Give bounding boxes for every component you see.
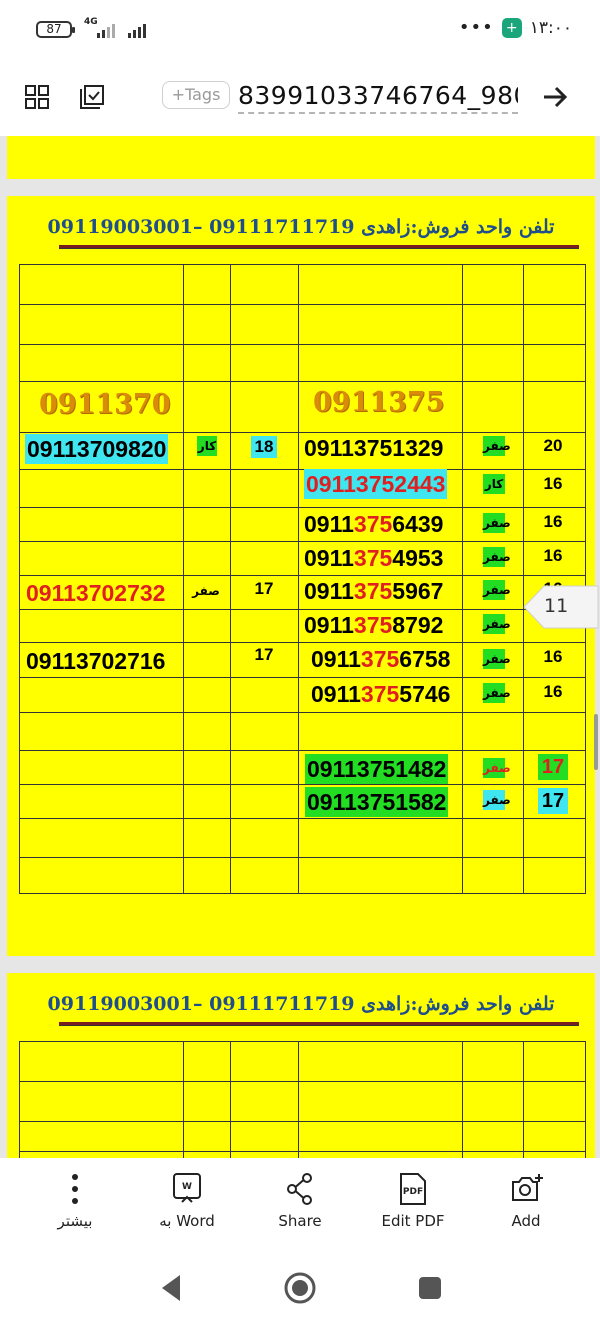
title-underline	[59, 1022, 579, 1026]
to-word-label: به Word	[159, 1212, 215, 1230]
row-label: صفر	[483, 790, 511, 810]
tags-button[interactable]: +Tags	[162, 81, 230, 109]
to-word-button[interactable]: W به Word	[137, 1158, 237, 1246]
share-label: Share	[278, 1212, 322, 1230]
clock: ۱۳:۰۰	[529, 17, 572, 38]
row-count: 16	[543, 474, 563, 493]
back-icon[interactable]	[158, 1273, 184, 1303]
system-navigation-bar	[0, 1246, 600, 1333]
row-count: 17	[254, 579, 274, 598]
pdf-edit-icon: PDF	[400, 1173, 426, 1205]
share-icon	[287, 1173, 312, 1205]
row-label: صفر	[483, 580, 511, 600]
row-label: کار	[197, 436, 217, 456]
select-check-icon[interactable]	[79, 84, 105, 110]
page-title: تلفن واحد فروش:زاهدی 09111711719 –091190…	[47, 216, 555, 238]
right-number: 09113758792	[304, 612, 444, 638]
row-count: 18	[251, 436, 277, 458]
row-count: 17	[538, 754, 568, 780]
status-bar: 87 4G ••• + ۱۳:۰۰	[0, 0, 600, 60]
app-notification-icon: +	[501, 17, 522, 38]
scrollbar-thumb[interactable]	[594, 714, 598, 770]
more-notifications-icon: •••	[458, 17, 494, 38]
row-label: صفر	[483, 513, 511, 533]
right-number: 09113755746	[311, 681, 451, 707]
right-number: 09113755967	[304, 578, 444, 604]
pdf-page: تلفن واحد فروش:زاهدی 09111711719 –091190…	[7, 196, 595, 956]
tags-plus: +	[171, 85, 185, 104]
tags-label: Tags	[184, 85, 221, 104]
right-header: 0911375	[313, 387, 445, 418]
pdf-page: تلفن واحد فروش:زاهدی 09111711719 –091190…	[7, 973, 595, 1158]
right-number: 09113751329	[304, 435, 444, 461]
grid-view-icon[interactable]	[24, 84, 50, 110]
add-photo-icon	[512, 1174, 543, 1201]
pdf-page-previous	[7, 136, 595, 179]
row-label: صفر	[483, 758, 511, 778]
right-number: 09113754953	[304, 545, 444, 571]
right-number: 09113752443	[304, 469, 448, 499]
recent-apps-icon[interactable]	[418, 1276, 442, 1300]
more-label: بیشتر	[57, 1212, 93, 1230]
right-number: 09113751482	[305, 754, 449, 784]
row-count: 17	[538, 788, 568, 814]
row-label: صفر	[483, 649, 511, 669]
left-number: 09113702716	[26, 648, 166, 674]
row-count: 17	[254, 645, 274, 664]
page-number-indicator[interactable]: 11	[522, 584, 600, 630]
page-number: 11	[544, 595, 569, 617]
pdf-viewer[interactable]: تلفن واحد فروش:زاهدی 09111711719 –091190…	[0, 136, 600, 1158]
arrow-right-icon[interactable]	[540, 82, 570, 112]
right-number: 09113756439	[304, 511, 444, 537]
share-button[interactable]: Share	[250, 1158, 350, 1246]
row-count: 20	[543, 436, 563, 455]
add-label: Add	[511, 1212, 541, 1230]
left-number: 09113702732	[26, 580, 166, 606]
add-button[interactable]: Add	[476, 1158, 576, 1246]
row-label: صفر	[483, 547, 511, 567]
right-number: 09113756758	[311, 646, 451, 672]
more-vertical-icon	[72, 1174, 78, 1204]
document-name-field[interactable]: 83991033746764_980	[238, 80, 518, 114]
signal-icon-2	[128, 22, 146, 38]
title-underline	[59, 245, 579, 249]
bottom-action-bar: بیشتر W به Word Share PDF Edit PDF Add	[0, 1158, 600, 1246]
right-number: 09113751582	[305, 787, 449, 817]
left-number: 09113709820	[25, 434, 169, 464]
data-table	[19, 1041, 586, 1158]
row-label: صفر	[192, 584, 220, 598]
svg-text:W: W	[182, 1182, 192, 1192]
word-convert-icon: W	[173, 1173, 201, 1203]
edit-pdf-button[interactable]: PDF Edit PDF	[363, 1158, 463, 1246]
svg-text:PDF: PDF	[403, 1187, 423, 1197]
page-title: تلفن واحد فروش:زاهدی 09111711719 –091190…	[47, 993, 555, 1015]
row-label: کار	[483, 474, 505, 494]
edit-pdf-label: Edit PDF	[381, 1212, 445, 1230]
battery-level: 87	[46, 22, 62, 36]
row-label: صفر	[483, 683, 511, 703]
network-type: 4G	[84, 17, 98, 27]
row-count: 16	[543, 546, 563, 565]
row-label: صفر	[483, 614, 511, 634]
row-count: 16	[543, 682, 563, 701]
row-count: 16	[543, 512, 563, 531]
battery-icon: 87	[36, 21, 75, 38]
signal-icon	[97, 22, 115, 38]
more-button[interactable]: بیشتر	[25, 1158, 125, 1246]
row-count: 16	[543, 647, 563, 666]
left-header: 0911370	[39, 389, 171, 420]
home-icon[interactable]	[283, 1271, 317, 1305]
row-label: صفر	[483, 436, 511, 456]
